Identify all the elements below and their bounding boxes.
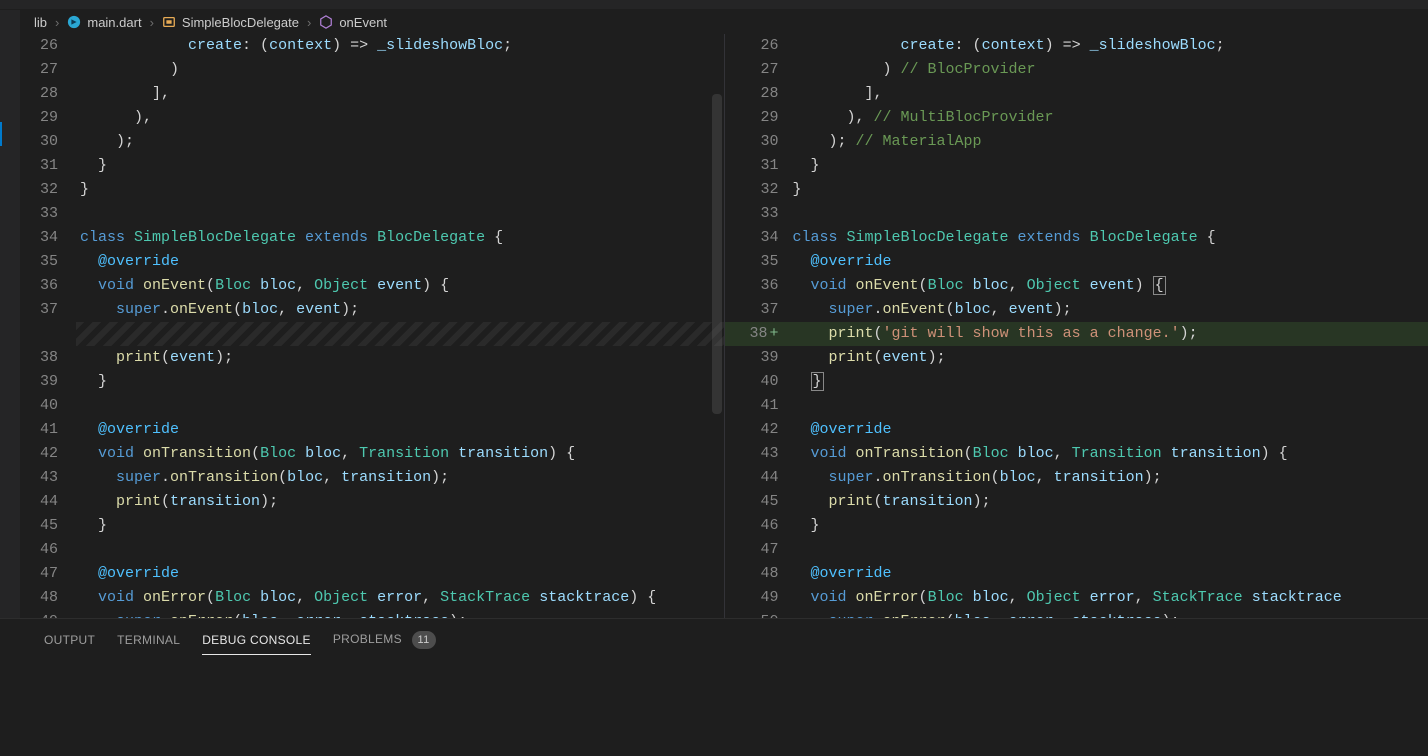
- line-gutter: 2627282930313233343536373839404142434445…: [20, 34, 76, 618]
- breadcrumb-method[interactable]: onEvent: [319, 15, 387, 30]
- panel-tabs: OUTPUT TERMINAL DEBUG CONSOLE PROBLEMS 1…: [0, 619, 1428, 657]
- breadcrumb-sep: ›: [150, 15, 154, 30]
- bottom-panel: OUTPUT TERMINAL DEBUG CONSOLE PROBLEMS 1…: [0, 618, 1428, 756]
- breadcrumb-class-label: SimpleBlocDelegate: [182, 15, 299, 30]
- tab-debug-console[interactable]: DEBUG CONSOLE: [202, 629, 311, 655]
- breadcrumb-folder[interactable]: lib: [34, 15, 47, 30]
- activity-active-indicator: [0, 122, 2, 146]
- breadcrumb-sep: ›: [55, 15, 59, 30]
- activity-bar[interactable]: [0, 10, 20, 618]
- diff-pane-modified[interactable]: 2627282930313233343536373839404142434445…: [725, 34, 1428, 618]
- method-icon: [319, 15, 333, 29]
- diff-pane-original[interactable]: 2627282930313233343536373839404142434445…: [20, 34, 725, 618]
- scrollbar-thumb[interactable]: [712, 94, 722, 414]
- breadcrumb-method-label: onEvent: [339, 15, 387, 30]
- problems-count-badge: 11: [412, 631, 436, 649]
- breadcrumb-sep: ›: [307, 15, 311, 30]
- breadcrumb-folder-label: lib: [34, 15, 47, 30]
- tab-output[interactable]: OUTPUT: [44, 629, 95, 655]
- code-area-original[interactable]: create: (context) => _slideshowBloc; ) ]…: [76, 34, 724, 618]
- code-area-modified[interactable]: create: (context) => _slideshowBloc; ) /…: [789, 34, 1428, 618]
- diff-editor[interactable]: 2627282930313233343536373839404142434445…: [20, 34, 1428, 618]
- dart-file-icon: [67, 15, 81, 29]
- class-icon: [162, 15, 176, 29]
- tab-terminal[interactable]: TERMINAL: [117, 629, 180, 655]
- breadcrumb-file-label: main.dart: [87, 15, 141, 30]
- tab-problems[interactable]: PROBLEMS 11: [333, 627, 436, 657]
- breadcrumb: lib › main.dart › SimpleBlocDelegate ›: [20, 10, 1428, 34]
- line-gutter: 2627282930313233343536373839404142434445…: [725, 34, 789, 618]
- breadcrumb-class[interactable]: SimpleBlocDelegate: [162, 15, 299, 30]
- tab-bar[interactable]: [0, 0, 1428, 10]
- breadcrumb-file[interactable]: main.dart: [67, 15, 141, 30]
